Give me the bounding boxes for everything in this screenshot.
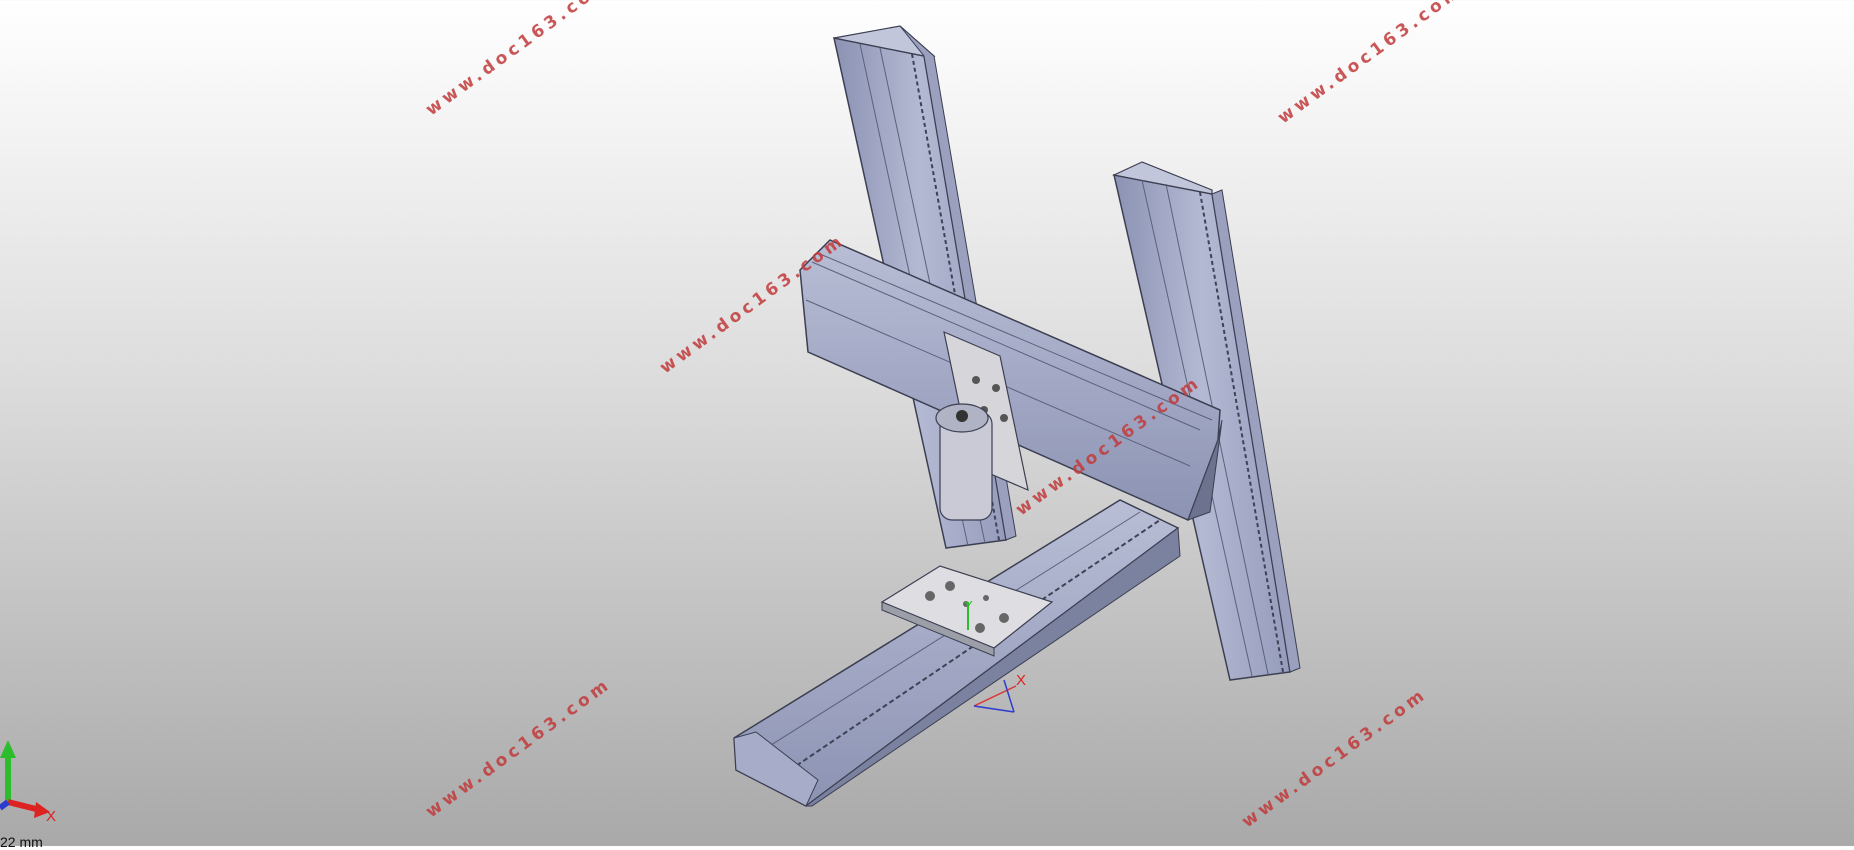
cad-3d-viewport[interactable]: X X Y 22 mm www.doc163.co www.doc163.com…	[0, 0, 1854, 850]
view-orientation-triad[interactable]	[0, 740, 50, 818]
scale-label: 22 mm	[0, 834, 43, 850]
triad-x-label: X	[46, 808, 57, 825]
servo-motor[interactable]	[935, 403, 993, 521]
part-triad-x-label: X	[1016, 672, 1027, 689]
assembly-model[interactable]	[0, 0, 1854, 846]
part-triad-y-label: Y	[964, 598, 973, 613]
